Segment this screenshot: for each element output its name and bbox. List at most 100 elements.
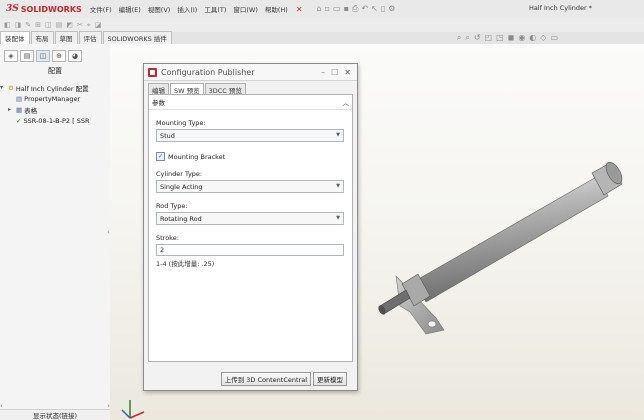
rod-type-select[interactable]: Rotating Rod ▼ [156, 212, 344, 225]
dimxpert-icon[interactable]: ⊕ [52, 50, 66, 62]
menu-edit[interactable]: 编辑(E) [119, 4, 141, 14]
tree-row-root[interactable]: ▾ ⚙ Half Inch Cylinder 配置 [0, 82, 110, 93]
publisher-icon [148, 67, 157, 77]
rod-type-label: Rod Type: [156, 202, 188, 210]
config-tree: ▾ ⚙ Half Inch Cylinder 配置 ▤ PropertyMana… [0, 82, 110, 126]
menu-bar: 3S SOLIDWORKS 文件(F) 编辑(E) 视图(V) 插入(I) 工具… [0, 0, 644, 19]
maximize-icon[interactable]: ☐ [331, 68, 338, 77]
toolbar-icon[interactable]: ⊞ [35, 21, 41, 29]
toolbar-icon[interactable]: ◪ [95, 21, 102, 29]
menu-insert[interactable]: 插入(I) [177, 4, 197, 14]
app-logo: 3S SOLIDWORKS [0, 4, 90, 14]
command-toolbar: ◧ ◨ ✎ ⊞ ◫ ▤ ◩ ✂ ⌖ ◪ [0, 18, 644, 32]
toolbar-icon[interactable]: ✎ [25, 21, 31, 29]
tab-evaluate[interactable]: 评估 [78, 31, 102, 44]
menu-window[interactable]: 窗口(W) [233, 4, 258, 14]
tree-label: SSR-08-1-B-P2 [ SSR [23, 116, 90, 125]
previous-view-icon[interactable]: ↺ [474, 33, 481, 43]
toolbar-icon[interactable]: ◫ [45, 21, 52, 29]
rebuild-icon[interactable]: ▯ [381, 4, 385, 14]
tree-label: Half Inch Cylinder 配置 [15, 84, 89, 93]
menu-view[interactable]: 视图(V) [148, 4, 171, 14]
mounting-bracket-option[interactable]: ✓ Mounting Bracket [156, 152, 352, 161]
print-icon[interactable]: ⎙ [352, 4, 358, 14]
expand-icon[interactable]: ▸ [8, 106, 14, 113]
window-controls: – ☐ ✕ [321, 68, 357, 77]
quick-access-toolbar: ⌂ ▫ ▭ ▪ ⎙ ↶ ↖ ▯ ⚙ [317, 4, 396, 14]
menu-file[interactable]: 文件(F) [90, 4, 112, 14]
stroke-input[interactable]: 2 [156, 244, 344, 256]
mounting-type-select[interactable]: Stud ▼ [156, 129, 344, 142]
dialog-titlebar[interactable]: Configuration Publisher – ☐ ✕ [144, 64, 357, 81]
cylinder-type-label: Cylinder Type: [156, 170, 203, 178]
configuration-manager-icon[interactable]: ◫ [36, 50, 50, 62]
tab-addins[interactable]: SOLIDWORKS 插件 [102, 31, 172, 44]
zoom-fit-icon[interactable]: ⌕ [457, 33, 461, 43]
toolbar-icon[interactable]: ◨ [15, 21, 22, 29]
toolbar-icon[interactable]: ✂ [77, 21, 83, 29]
section-view-icon[interactable]: ◰ [485, 33, 493, 43]
brand-name: SOLIDWORKS [20, 4, 82, 14]
home-icon[interactable]: ⌂ [317, 4, 322, 14]
tab-sketch[interactable]: 草图 [54, 31, 78, 44]
view-orientation-icon[interactable]: ◳ [496, 33, 504, 43]
active-config-icon: ✓ [16, 116, 22, 125]
dialog-body: 参数 ︿ Mounting Type: Stud ▼ ✓ Mounting Br… [148, 94, 353, 362]
property-manager-icon[interactable]: ▤ [20, 50, 34, 62]
cylinder-type-select[interactable]: Single Acting ▼ [156, 180, 344, 193]
menu-help[interactable]: 帮助(H) [265, 4, 288, 14]
upload-button[interactable]: 上传到 3D ContentCentral [220, 372, 311, 386]
close-icon[interactable]: ✕ [344, 68, 351, 77]
tree-row-propertymanager[interactable]: ▤ PropertyManager [0, 93, 110, 104]
open-icon[interactable]: ▭ [333, 4, 341, 14]
appearance-icon[interactable]: ◐ [529, 33, 536, 43]
display-manager-icon[interactable]: ◕ [68, 50, 82, 62]
configuration-manager-panel: ◈ ▤ ◫ ⊕ ◕ 配置 ▾ ⚙ Half Inch Cylinder 配置 ▤… [0, 44, 111, 420]
property-manager-tree-icon: ▤ [16, 94, 23, 103]
checkbox-label: Mounting Bracket [168, 152, 226, 161]
configuration-publisher-dialog: Configuration Publisher – ☐ ✕ 编辑 SW 预览 3… [143, 63, 358, 391]
toolbar-icon[interactable]: ◧ [4, 21, 11, 29]
chevron-down-icon: ▼ [336, 215, 340, 221]
minimize-icon[interactable]: – [321, 68, 325, 77]
new-icon[interactable]: ▫ [325, 4, 330, 14]
tree-label: PropertyManager [24, 94, 81, 103]
tab-assembly[interactable]: 装配体 [0, 31, 30, 44]
display-status: 显示状态(链接) [0, 409, 110, 420]
select-icon[interactable]: ↖ [371, 4, 378, 14]
config-icon: ⚙ [8, 83, 14, 92]
section-title: 参数 [152, 99, 165, 107]
toolbar-icon[interactable]: ◩ [66, 21, 73, 29]
monitor-icon[interactable]: ▭ [550, 33, 558, 43]
menu-tools[interactable]: 工具(T) [204, 4, 226, 14]
chevron-down-icon: ▼ [336, 183, 340, 189]
hide-show-icon[interactable]: ◉ [518, 33, 525, 43]
expand-icon[interactable]: ▾ [0, 84, 6, 91]
select-value: Single Acting [160, 182, 203, 191]
update-model-button[interactable]: 更新模型 [313, 372, 347, 386]
table-icon: ▦ [16, 105, 23, 114]
zoom-area-icon[interactable]: ⌕ [465, 33, 469, 43]
tree-row-tables[interactable]: ▸ ▦ 表格 [0, 104, 110, 115]
undo-icon[interactable]: ↶ [361, 4, 368, 14]
tree-label: 表格 [24, 106, 38, 115]
select-value: Stud [160, 131, 175, 140]
dialog-title: Configuration Publisher [161, 67, 255, 77]
toolbar-icon[interactable]: ▤ [56, 21, 63, 29]
toolbar-icon[interactable]: ⌖ [87, 21, 91, 30]
pin-icon[interactable]: ✕ [296, 5, 303, 14]
panel-tabs: ◈ ▤ ◫ ⊕ ◕ [4, 50, 110, 62]
save-icon[interactable]: ▪ [344, 4, 349, 14]
heads-up-toolbar: ⌕ ⌕ ↺ ◰ ◳ ◼ ◉ ◐ ◇ ▭ [457, 33, 558, 43]
panel-title: 配置 [48, 67, 62, 75]
options-icon[interactable]: ⚙ [388, 4, 395, 14]
mounting-bracket-checkbox[interactable]: ✓ [156, 152, 165, 161]
scene-icon[interactable]: ◇ [540, 33, 546, 43]
collapse-icon[interactable]: ︿ [343, 97, 350, 107]
tab-layout[interactable]: 布局 [30, 31, 54, 44]
tree-row-active-config[interactable]: ✓ SSR-08-1-B-P2 [ SSR [0, 115, 110, 126]
feature-manager-icon[interactable]: ◈ [4, 50, 18, 62]
parameters-header[interactable]: 参数 ︿ [149, 95, 352, 110]
mounting-type-label: Mounting Type: [156, 119, 206, 127]
display-style-icon[interactable]: ◼ [508, 33, 515, 43]
